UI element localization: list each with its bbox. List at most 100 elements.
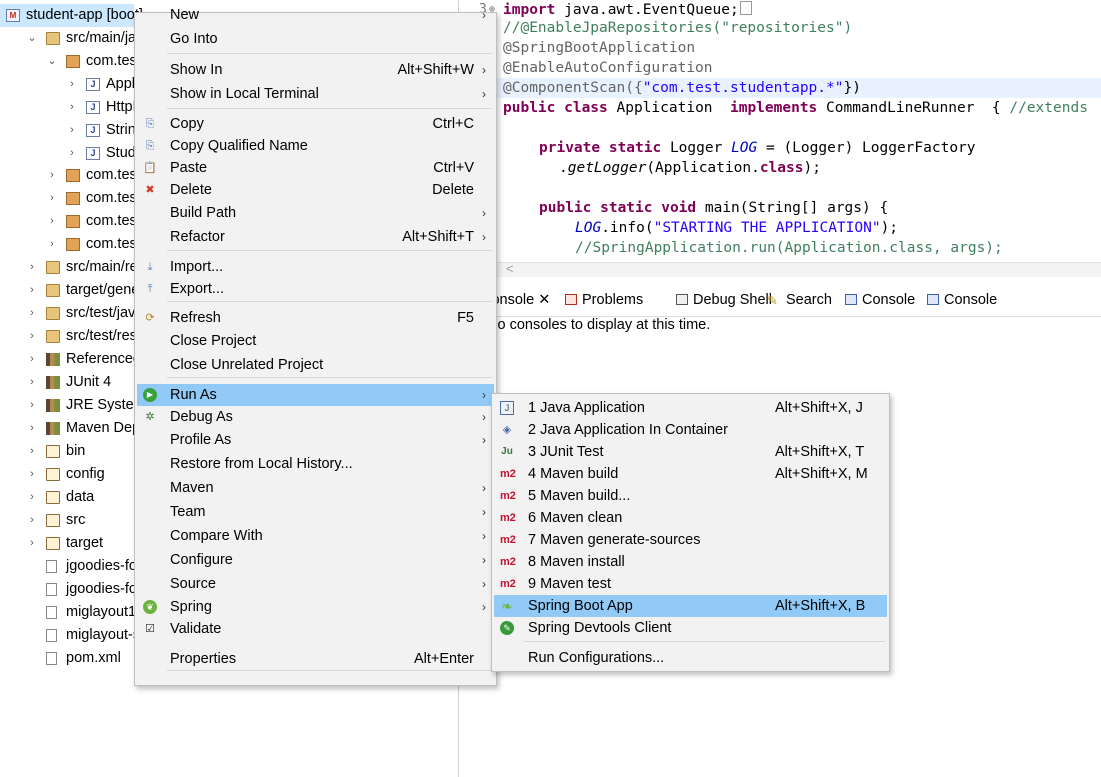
expand-arrow-icon[interactable]: › [26,532,38,555]
expand-arrow-icon[interactable]: › [26,279,38,302]
code-line-4[interactable]: @EnableAutoConfiguration [503,58,713,78]
tab-search[interactable]: ✎ Search [767,290,832,310]
run-as-item-8[interactable]: m2 8 Maven install [494,551,887,573]
expand-arrow-icon[interactable]: › [66,73,78,96]
expand-arrow-icon[interactable]: › [66,119,78,142]
menu-item-debug-as[interactable]: ✲ Debug As › [137,406,494,428]
tree-item[interactable]: › src [0,509,134,532]
tree-item[interactable]: › bin [0,440,134,463]
editor-horizontal-scrollbar[interactable]: < [458,261,1101,277]
tree-item[interactable]: › target [0,532,134,555]
collapse-arrow-icon[interactable]: ⌄ [26,27,38,50]
expand-arrow-icon[interactable]: › [26,486,38,509]
code-line-8[interactable]: .getLogger(Application.class); [559,158,821,178]
tree-item[interactable]: › J Studen [0,142,152,165]
run-as-item-5[interactable]: m2 5 Maven build... [494,485,887,507]
menu-item-close-unrelated-project[interactable]: Close Unrelated Project [137,354,494,376]
expand-arrow-icon[interactable]: › [46,233,58,256]
menu-item-compare-with[interactable]: Compare With › [137,525,494,547]
code-editor[interactable]: 3 ⊕ import java.awt.EventQueue; //@Enabl… [458,0,1101,262]
tab-debug-shell[interactable]: Debug Shell [676,290,772,310]
code-line-10[interactable]: LOG.info("STARTING THE APPLICATION"); [575,218,898,238]
run-as-item-2[interactable]: ◈ 2 Java Application In Container [494,419,887,441]
menu-item-import[interactable]: ⤓ Import... [137,256,494,278]
run-as-item-11[interactable]: ✎ Spring Devtools Client [494,617,887,639]
tab-console[interactable]: Console [845,290,915,310]
expand-arrow-icon[interactable]: › [26,256,38,279]
menu-item-restore-from-local-history[interactable]: Restore from Local History... [137,453,494,475]
scroll-left-icon[interactable]: < [506,261,514,276]
menu-item-spring[interactable]: ❦ Spring › [137,596,494,618]
tree-item[interactable]: ⌄ com.test.s [0,50,152,73]
menu-item-source[interactable]: Source › [137,573,494,595]
menu-item-copy[interactable]: ⎘ Copy Ctrl+C [137,113,494,135]
run-as-item-7[interactable]: m2 7 Maven generate-sources [494,529,887,551]
code-line-6[interactable]: public class Application implements Comm… [503,98,1088,118]
menu-item-close-project[interactable]: Close Project [137,330,494,352]
expand-arrow-icon[interactable]: › [26,302,38,325]
tree-item[interactable]: › Referenced L [0,348,153,371]
code-line-7[interactable]: private static Logger LOG = (Logger) Log… [539,138,976,158]
menu-item-go-into[interactable]: Go Into [137,28,494,50]
tree-item[interactable]: › src/test/java [0,302,143,325]
run-as-item-1[interactable]: J 1 Java Application Alt+Shift+X, J [494,397,887,419]
menu-item-build-path[interactable]: Build Path › [137,202,494,224]
menu-item-show-in-local-terminal[interactable]: Show in Local Terminal › [137,83,494,105]
menu-item-refresh[interactable]: ⟳ Refresh F5 [137,307,494,329]
tree-item[interactable]: › com.test.s [0,187,152,210]
tree-item[interactable]: › config [0,463,134,486]
code-line-11[interactable]: //SpringApplication.run(Application.clas… [575,238,1003,258]
tree-item[interactable]: jgoodies-for [0,578,142,601]
run-as-item-12[interactable]: Run Configurations... [494,647,887,669]
expand-arrow-icon[interactable]: › [46,164,58,187]
menu-item-configure[interactable]: Configure › [137,549,494,571]
menu-item-delete[interactable]: ✖ Delete Delete [137,179,494,201]
tab-problems[interactable]: Problems [565,290,643,310]
expand-arrow-icon[interactable]: › [46,187,58,210]
menu-item-team[interactable]: Team › [137,501,494,523]
tab-console[interactable]: Console [927,290,997,310]
menu-item-copy-qualified-name[interactable]: ⎘ Copy Qualified Name [137,135,494,157]
menu-item-new[interactable]: New › [137,4,494,26]
run-as-item-3[interactable]: Ju 3 JUnit Test Alt+Shift+X, T [494,441,887,463]
expand-arrow-icon[interactable]: › [66,96,78,119]
expand-arrow-icon[interactable]: › [26,394,38,417]
tree-item[interactable]: › J HttpRe [0,96,151,119]
menu-item-paste[interactable]: 📋 Paste Ctrl+V [137,157,494,179]
tree-item[interactable]: › Maven Depe [0,417,148,440]
expand-arrow-icon[interactable]: › [46,210,58,233]
run-as-item-6[interactable]: m2 6 Maven clean [494,507,887,529]
tree-item[interactable]: › src/test/resou [0,325,153,348]
tree-item[interactable]: › JUnit 4 [0,371,134,394]
menu-item-show-in[interactable]: Show In Alt+Shift+W › [137,59,494,81]
tree-item[interactable]: jgoodies-for [0,555,142,578]
expand-arrow-icon[interactable]: › [26,463,38,486]
expand-arrow-icon[interactable]: › [26,348,38,371]
tree-item[interactable]: › com.test.s [0,210,152,233]
tree-item[interactable]: miglayout-sr [0,624,145,647]
menu-item-properties[interactable]: Properties Alt+Enter [137,648,494,670]
tree-item[interactable]: › src/main/reso [0,256,153,279]
code-line-2[interactable]: //@EnableJpaRepositories("repositories") [503,18,852,38]
menu-item-export[interactable]: ⤒ Export... [137,278,494,300]
expand-arrow-icon[interactable]: › [26,325,38,348]
menu-item-profile-as[interactable]: Profile As › [137,429,494,451]
menu-item-run-as[interactable]: ▶ Run As › [137,384,494,406]
tree-item[interactable]: miglayout15- [0,601,149,624]
code-line-3[interactable]: @SpringBootApplication [503,38,695,58]
tree-item[interactable]: › JRE System L [0,394,158,417]
code-line-5-current[interactable]: @ComponentScan({"com.test.studentapp.*"}… [459,78,1101,98]
tree-item[interactable]: › data [0,486,134,509]
expand-arrow-icon[interactable]: › [26,371,38,394]
expand-arrow-icon[interactable]: › [26,509,38,532]
run-as-item-9[interactable]: m2 9 Maven test [494,573,887,595]
tree-item[interactable]: ⌄ src/main/java [0,27,151,50]
expand-arrow-icon[interactable]: › [26,440,38,463]
menu-item-validate[interactable]: ☑ Validate [137,618,494,640]
tree-item[interactable]: › J Applic [0,73,145,96]
run-as-item-4[interactable]: m2 4 Maven build Alt+Shift+X, M [494,463,887,485]
code-line-1[interactable]: import java.awt.EventQueue; [503,0,752,20]
tree-item[interactable]: pom.xml [0,647,134,670]
code-line-9[interactable]: public static void main(String[] args) { [539,198,888,218]
tree-item[interactable]: › J StringU [0,119,154,142]
